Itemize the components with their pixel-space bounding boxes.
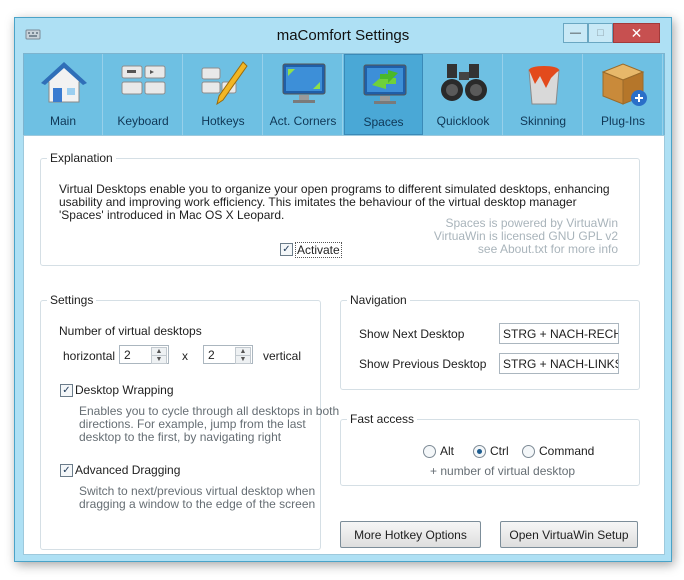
credit-line-2: VirtuaWin is licensed GNU GPL v2 <box>433 229 618 243</box>
vertical-label: vertical <box>263 349 302 363</box>
activate-checkbox[interactable]: ✓ <box>280 243 293 256</box>
paint-bucket-icon <box>528 66 560 105</box>
wrapping-desc-3: desktop to the first, by navigating righ… <box>79 430 282 444</box>
more-hotkey-options-button[interactable]: More Hotkey Options <box>340 521 481 548</box>
activate-label[interactable]: Activate <box>295 242 342 258</box>
dragging-desc-1: Switch to next/previous virtual desktop … <box>79 484 316 498</box>
command-radio[interactable] <box>522 445 535 458</box>
monitor-corners-icon <box>282 63 326 103</box>
next-desktop-hotkey-field[interactable]: STRG + NACH-RECHTS <box>499 323 619 344</box>
tab-plug-ins[interactable]: Plug-Ins <box>584 54 663 135</box>
tab-quicklook-label: Quicklook <box>436 114 490 128</box>
ctrl-radio[interactable] <box>473 445 486 458</box>
settings-legend: Settings <box>50 293 94 307</box>
prev-desktop-label: Show Previous Desktop <box>359 357 487 371</box>
horizontal-down-icon[interactable]: ▼ <box>151 355 167 364</box>
vertical-down-icon[interactable]: ▼ <box>235 355 251 364</box>
tab-act-corners-label: Act. Corners <box>269 114 337 128</box>
num-desktops-label: Number of virtual desktops <box>59 324 202 338</box>
tab-hotkeys[interactable]: Hotkeys <box>184 54 263 135</box>
fast-access-note: + number of virtual desktop <box>430 464 576 478</box>
tab-quicklook[interactable]: Quicklook <box>424 54 503 135</box>
house-icon <box>41 62 87 103</box>
command-label[interactable]: Command <box>539 444 594 458</box>
ctrl-label[interactable]: Ctrl <box>490 444 509 458</box>
advanced-dragging-checkbox[interactable]: ✓ <box>60 464 73 477</box>
navigation-legend: Navigation <box>350 293 407 307</box>
advanced-dragging-label[interactable]: Advanced Dragging <box>75 463 180 477</box>
explanation-legend: Explanation <box>50 151 113 165</box>
maximize-button[interactable]: □ <box>588 23 613 43</box>
tab-keyboard[interactable]: Keyboard <box>104 54 183 135</box>
wrapping-desc-2: directions. For example, jump from the l… <box>79 417 306 431</box>
prev-desktop-hotkey-field[interactable]: STRG + NACH-LINKS <box>499 353 619 374</box>
open-virtuawin-setup-button[interactable]: Open VirtuaWin Setup <box>500 521 638 548</box>
next-desktop-label: Show Next Desktop <box>359 327 465 341</box>
horizontal-value: 2 <box>124 348 131 362</box>
settings-window: maComfort Settings — □ ✕ Main Keyboard H… <box>14 17 672 562</box>
tab-main[interactable]: Main <box>24 54 103 135</box>
vertical-value: 2 <box>208 348 215 362</box>
close-button[interactable]: ✕ <box>613 23 660 43</box>
tab-main-label: Main <box>49 114 76 128</box>
tab-spaces[interactable]: Spaces <box>344 54 423 135</box>
box-plus-icon <box>601 63 647 106</box>
spaces-panel: Explanation Virtual Desktops enable you … <box>23 135 665 555</box>
keyboard-icon <box>121 65 166 95</box>
tab-spaces-label: Spaces <box>363 115 404 129</box>
desktop-wrapping-checkbox[interactable]: ✓ <box>60 384 73 397</box>
minimize-button[interactable]: — <box>563 23 588 43</box>
tab-keyboard-label: Keyboard <box>117 114 169 128</box>
tab-skinning[interactable]: Skinning <box>504 54 583 135</box>
alt-radio[interactable] <box>423 445 436 458</box>
alt-label[interactable]: Alt <box>440 444 454 458</box>
vertical-stepper[interactable]: 2 ▲ ▼ <box>203 345 253 364</box>
wrapping-desc-1: Enables you to cycle through all desktop… <box>79 404 340 418</box>
horizontal-stepper[interactable]: 2 ▲ ▼ <box>119 345 169 364</box>
tab-plug-ins-label: Plug-Ins <box>600 114 646 128</box>
category-toolbar: Main Keyboard Hotkeys Act. Corners Space… <box>23 53 665 136</box>
tab-act-corners[interactable]: Act. Corners <box>264 54 343 135</box>
credit-line-1: Spaces is powered by VirtuaWin <box>445 216 618 230</box>
title-bar[interactable]: maComfort Settings — □ ✕ <box>15 18 671 52</box>
dragging-desc-2: dragging a window to the edge of the scr… <box>79 497 316 511</box>
credit-line-3: see About.txt for more info <box>477 242 618 256</box>
desktop-wrapping-label[interactable]: Desktop Wrapping <box>75 383 174 397</box>
times-label: x <box>182 349 188 363</box>
tab-hotkeys-label: Hotkeys <box>201 114 245 128</box>
hotkeys-pencil-icon <box>201 61 248 106</box>
horizontal-label: horizontal <box>63 349 116 363</box>
tab-skinning-label: Skinning <box>519 114 567 128</box>
fast-access-legend: Fast access <box>350 412 415 426</box>
monitor-arrows-icon <box>363 64 407 104</box>
binoculars-icon <box>441 64 487 101</box>
